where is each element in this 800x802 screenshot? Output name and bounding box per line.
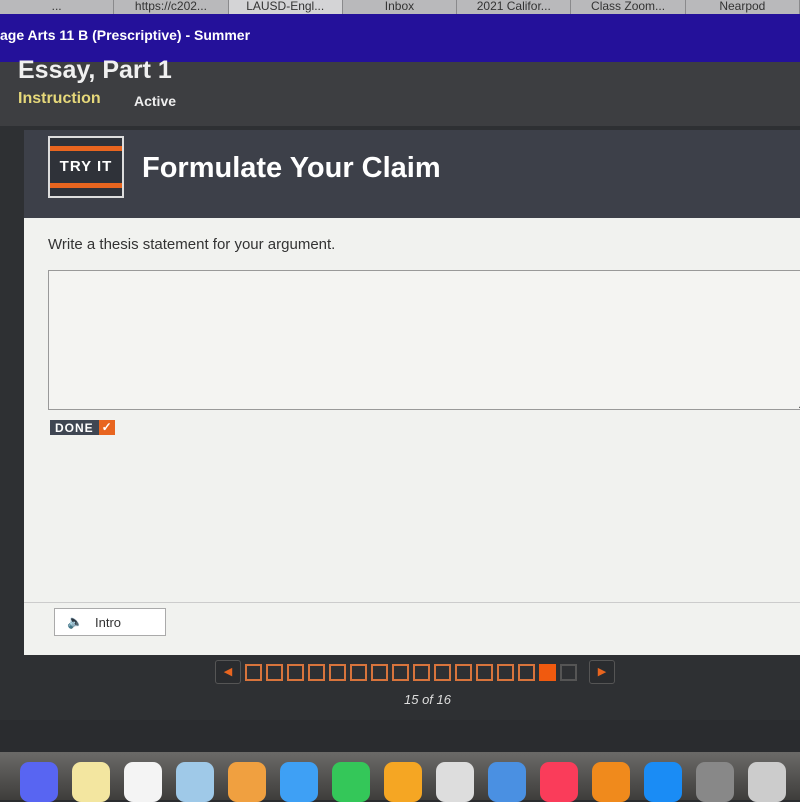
page-12-button[interactable] xyxy=(476,663,493,681)
messages-icon[interactable] xyxy=(280,762,318,802)
intro-label: Intro xyxy=(95,615,122,630)
try-it-badge: TRY IT xyxy=(48,136,124,198)
tab-active[interactable]: Active xyxy=(134,93,176,109)
page-title: Essay, Part 1 xyxy=(18,56,172,84)
check-icon: ✓ xyxy=(98,420,115,435)
browser-tab[interactable]: Inbox xyxy=(343,0,458,14)
activity-title: Formulate Your Claim xyxy=(142,152,441,184)
tab-instruction[interactable]: Instruction xyxy=(18,90,101,108)
question-prompt: Write a thesis statement for your argume… xyxy=(48,236,336,253)
panel-footer: 🔈 Intro xyxy=(24,602,800,655)
discord-icon[interactable] xyxy=(20,762,58,802)
page-16-button[interactable] xyxy=(560,663,577,681)
page-navigator: ◀ ▶ xyxy=(215,660,615,684)
app-store-icon[interactable] xyxy=(644,762,682,802)
macos-dock xyxy=(0,752,800,802)
browser-tab[interactable]: LAUSD-Engl... xyxy=(228,0,343,14)
page-4-button[interactable] xyxy=(308,663,325,681)
next-page-button[interactable]: ▶ xyxy=(589,660,615,684)
photos-icon[interactable] xyxy=(228,762,266,802)
intro-audio-button[interactable]: 🔈 Intro xyxy=(54,608,166,636)
activity-header: Essay, Part 1 Instruction Active xyxy=(0,56,800,126)
previous-page-button[interactable]: ◀ xyxy=(215,660,241,684)
done-label: DONE xyxy=(50,420,99,435)
browser-tab[interactable]: Class Zoom... xyxy=(571,0,686,14)
main-area: TRY IT Formulate Your Claim Write a thes… xyxy=(0,126,800,720)
preview-icon[interactable] xyxy=(176,762,214,802)
page-11-button[interactable] xyxy=(455,663,472,681)
page-13-button[interactable] xyxy=(497,663,514,681)
try-it-label: TRY IT xyxy=(59,158,113,175)
music-icon[interactable] xyxy=(540,762,578,802)
page-7-button[interactable] xyxy=(371,663,388,681)
numbers-icon[interactable] xyxy=(436,762,474,802)
keynote-icon[interactable] xyxy=(488,762,526,802)
facetime-icon[interactable] xyxy=(332,762,370,802)
banner: TRY IT Formulate Your Claim xyxy=(24,130,800,218)
pages-icon[interactable] xyxy=(384,762,422,802)
page-6-button[interactable] xyxy=(350,663,367,681)
browser-tab[interactable]: https://c202... xyxy=(114,0,229,14)
page-3-button[interactable] xyxy=(287,663,304,681)
done-button[interactable]: DONE ✓ xyxy=(50,420,115,435)
browser-tab-bar: ... https://c202... LAUSD-Engl... Inbox … xyxy=(0,0,800,14)
course-title: age Arts 11 B (Prescriptive) - Summer xyxy=(0,14,800,62)
printer-icon[interactable] xyxy=(748,762,786,802)
books-icon[interactable] xyxy=(592,762,630,802)
notes-icon[interactable] xyxy=(72,762,110,802)
speaker-icon: 🔈 xyxy=(67,614,84,629)
page-5-button[interactable] xyxy=(329,663,346,681)
reminders-icon[interactable] xyxy=(124,762,162,802)
page-8-button[interactable] xyxy=(392,663,409,681)
browser-tab[interactable]: 2021 Califor... xyxy=(457,0,572,14)
browser-tab[interactable]: Nearpod xyxy=(686,0,800,14)
activity-panel: TRY IT Formulate Your Claim Write a thes… xyxy=(24,130,800,655)
thesis-answer-input[interactable] xyxy=(48,270,800,410)
page-15-button[interactable] xyxy=(539,663,556,681)
page-1-button[interactable] xyxy=(245,663,262,681)
page-14-button[interactable] xyxy=(518,663,535,681)
page-10-button[interactable] xyxy=(434,663,451,681)
page-9-button[interactable] xyxy=(413,663,430,681)
browser-tab[interactable]: ... xyxy=(0,0,115,14)
system-preferences-icon[interactable] xyxy=(696,762,734,802)
page-2-button[interactable] xyxy=(266,663,283,681)
page-count: 15 of 16 xyxy=(404,692,451,707)
